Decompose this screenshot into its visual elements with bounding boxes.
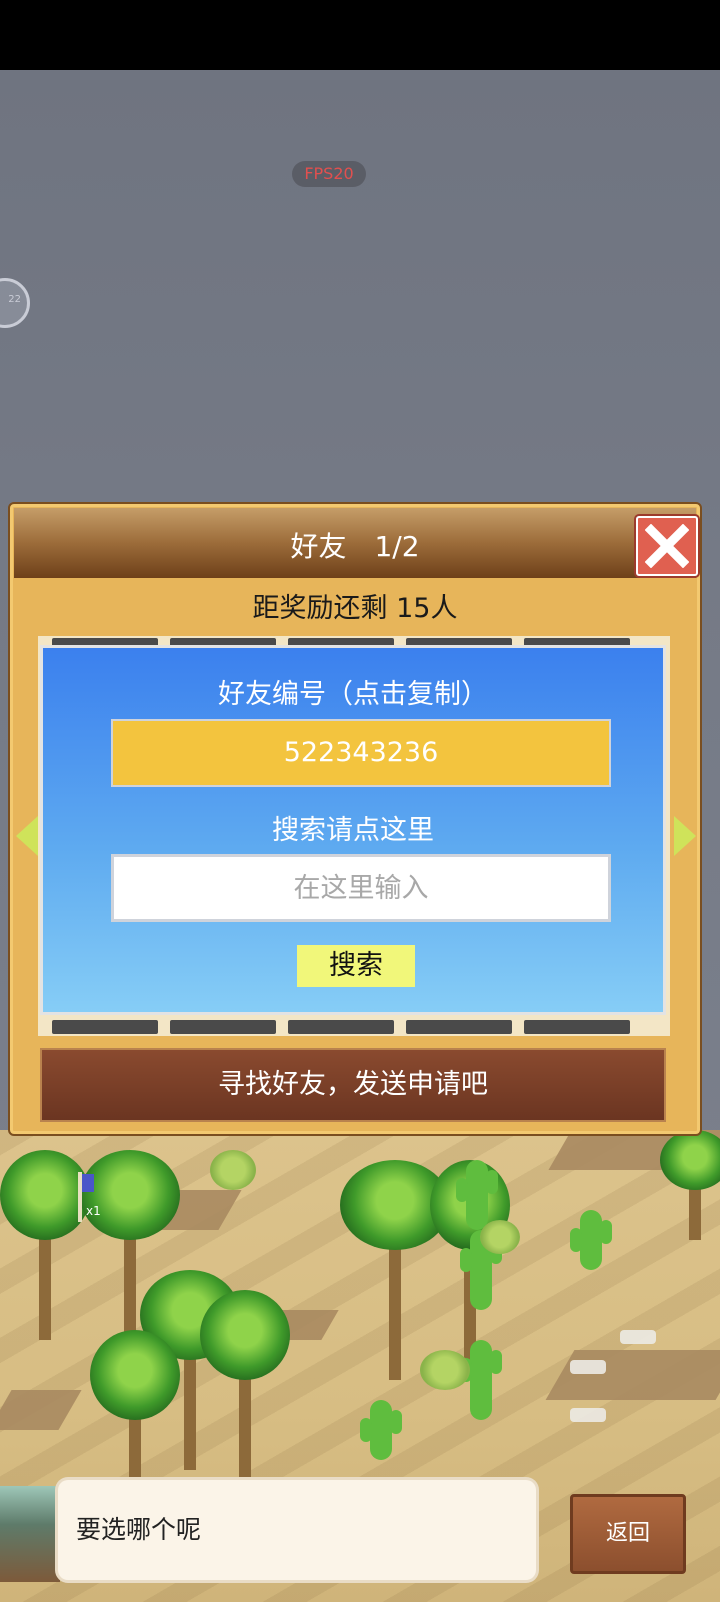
dirt-patch xyxy=(545,1350,720,1400)
reward-progress-text: 距奖励还剩 15人 xyxy=(252,593,458,624)
cactus xyxy=(360,1400,402,1460)
friend-dialog: 好友 1/2 距奖励还剩 15人 好友编号（点击复制） 522343236 搜索… xyxy=(8,502,702,1136)
desert-bush xyxy=(420,1350,470,1390)
cactus xyxy=(570,1210,612,1270)
friend-slot-bottom xyxy=(524,1020,630,1034)
find-friends-button[interactable]: 寻找好友，发送申请吧 xyxy=(40,1048,666,1122)
friend-id-search-input[interactable] xyxy=(111,854,611,922)
cactus xyxy=(456,1160,498,1230)
flag-icon xyxy=(82,1174,94,1192)
back-button[interactable]: 返回 xyxy=(570,1494,686,1574)
friend-dialog-title: 好友 1/2 xyxy=(290,530,420,563)
right-arrow-icon[interactable] xyxy=(674,816,696,856)
palm-tree xyxy=(0,1150,90,1350)
floating-ball-label: 22 xyxy=(8,294,21,305)
character-avatar xyxy=(0,1486,60,1582)
bones-decoration xyxy=(570,1408,606,1422)
friend-id-copy-box[interactable]: 522343236 xyxy=(111,719,611,787)
cactus xyxy=(460,1340,502,1420)
status-bar xyxy=(0,0,720,70)
friend-slot-bottom xyxy=(52,1020,158,1034)
palm-tree xyxy=(660,1130,720,1240)
desert-bush xyxy=(210,1150,256,1190)
palm-tree xyxy=(200,1290,290,1480)
bones-decoration xyxy=(620,1330,656,1344)
left-arrow-icon[interactable] xyxy=(16,816,38,856)
search-button[interactable]: 搜索 xyxy=(297,945,415,987)
close-button[interactable] xyxy=(636,516,698,576)
friend-search-panel: 好友编号（点击复制） 522343236 搜索请点这里 搜索 xyxy=(40,645,666,1015)
speech-dialog: 要选哪个呢 xyxy=(58,1480,536,1580)
search-label: 搜索请点这里 xyxy=(272,815,434,846)
bones-decoration xyxy=(570,1360,606,1374)
friend-id-label: 好友编号（点击复制） xyxy=(218,679,488,710)
friend-slot-bottom xyxy=(170,1020,276,1034)
speech-dialog-text: 要选哪个呢 xyxy=(76,1515,202,1544)
fps-counter: FPS20 xyxy=(292,161,366,187)
friend-slot-bottom xyxy=(288,1020,394,1034)
palm-tree xyxy=(90,1330,180,1480)
dirt-patch xyxy=(0,1390,82,1430)
close-icon xyxy=(645,524,689,568)
friend-slot-bottom xyxy=(406,1020,512,1034)
friend-dialog-header: 好友 1/2 xyxy=(14,508,698,578)
unit-count-label: x1 xyxy=(86,1204,101,1218)
desert-bush xyxy=(480,1220,520,1254)
